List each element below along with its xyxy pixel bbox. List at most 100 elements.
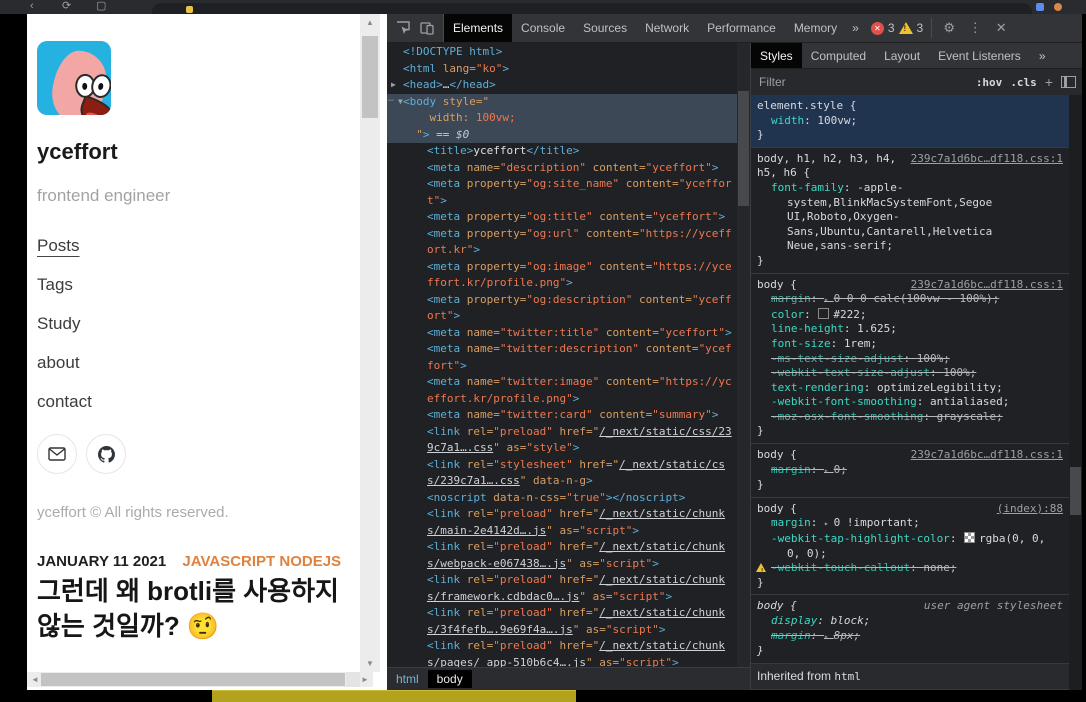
dom-node[interactable]: <title>yceffort</title> xyxy=(387,143,737,160)
dom-node[interactable]: <link rel="preload" href="/_next/static/… xyxy=(387,605,737,638)
stylesheet-source-link[interactable]: 239c7a1d6bc…df118.css:1 xyxy=(911,448,1063,463)
page-vertical-scrollbar[interactable]: ▲ ▼ xyxy=(360,14,380,672)
browser-tab[interactable] xyxy=(152,3,1032,14)
scroll-up-icon[interactable]: ▲ xyxy=(360,14,380,31)
crumb-html[interactable]: html xyxy=(387,670,428,688)
css-property[interactable]: line-height: 1.625; xyxy=(757,322,1063,337)
rule-selector[interactable]: body { xyxy=(757,448,797,461)
github-icon[interactable] xyxy=(86,434,126,474)
stylesheet-source-link[interactable]: 239c7a1d6bc…df118.css:1 xyxy=(911,278,1063,293)
dom-node[interactable]: <meta property="og:url" content="https:/… xyxy=(387,226,737,259)
tab-performance[interactable]: Performance xyxy=(698,14,785,42)
sidebar-more-tabs-icon[interactable]: » xyxy=(1030,43,1055,68)
css-property[interactable]: font-size: 1rem; xyxy=(757,337,1063,352)
new-style-rule-icon[interactable]: + xyxy=(1045,74,1053,90)
color-swatch[interactable] xyxy=(964,532,975,543)
css-property[interactable]: color: #222; xyxy=(757,308,1063,323)
sidebar-tab-styles[interactable]: Styles xyxy=(751,43,802,68)
css-property[interactable]: margin: ▸ 0 0 0 calc(100vw - 100%); xyxy=(757,292,1063,308)
css-property[interactable]: -webkit-tap-highlight-color: rgba(0, 0, … xyxy=(757,532,1063,561)
cls-toggle[interactable]: .cls xyxy=(1010,76,1037,89)
collapse-arrow-icon[interactable]: ▼ xyxy=(398,94,403,111)
hov-toggle[interactable]: :hov xyxy=(976,76,1003,89)
reload-icon[interactable]: ⟳ xyxy=(62,0,71,13)
rule-selector[interactable]: body { xyxy=(757,278,797,291)
elements-scroll-thumb[interactable] xyxy=(738,91,749,206)
css-property[interactable]: -webkit-font-smoothing: antialiased; xyxy=(757,395,1063,410)
shorthand-expand-icon[interactable]: ▸ xyxy=(824,466,834,475)
device-toolbar-icon[interactable] xyxy=(415,17,439,39)
sidebar-layout-icon[interactable] xyxy=(1061,76,1076,88)
styles-scroll-thumb[interactable] xyxy=(1070,467,1081,515)
horizontal-scroll-thumb[interactable] xyxy=(41,673,345,686)
dom-node[interactable]: <meta name="twitter:card" content="summa… xyxy=(387,407,737,424)
avatar[interactable] xyxy=(37,41,111,115)
dom-node[interactable]: <noscript data-n-css="true"></noscript> xyxy=(387,490,737,507)
css-property[interactable]: font-family: -apple-system,BlinkMacSyste… xyxy=(757,181,1063,254)
dom-node[interactable]: <link rel="preload" href="/_next/static/… xyxy=(387,638,737,668)
stylesheet-source-link[interactable]: 239c7a1d6bc…df118.css:1 xyxy=(911,152,1063,167)
css-property[interactable]: margin: ▸ 0 !important; xyxy=(757,516,1063,532)
inspect-element-icon[interactable] xyxy=(391,17,415,39)
stylesheet-source-link[interactable]: (index):88 xyxy=(997,502,1063,517)
dom-node[interactable]: <meta property="og:title" content="yceff… xyxy=(387,209,737,226)
rule-selector[interactable]: body, h1, h2, h3, h4, h5, h6 { xyxy=(757,152,896,180)
profile-avatar-icon[interactable] xyxy=(1054,3,1062,11)
shorthand-expand-icon[interactable]: ▸ xyxy=(824,295,834,304)
dom-node[interactable]: <link rel="preload" href="/_next/static/… xyxy=(387,539,737,572)
styles-scrollbar[interactable] xyxy=(1069,95,1082,690)
nav-item-posts[interactable]: Posts xyxy=(37,236,92,256)
tab-memory[interactable]: Memory xyxy=(785,14,846,42)
nav-item-about[interactable]: about xyxy=(37,353,92,373)
tab-console[interactable]: Console xyxy=(512,14,574,42)
dom-node[interactable]: <meta name="description" content="yceffo… xyxy=(387,160,737,177)
post-title[interactable]: 그런데 왜 brotli를 사용하지 않는 것일까? 🤨 xyxy=(37,574,367,644)
shorthand-expand-icon[interactable]: ▸ xyxy=(824,632,834,641)
dom-node[interactable]: <link rel="stylesheet" href="/_next/stat… xyxy=(387,457,737,490)
css-property[interactable]: margin: ▸ 8px; xyxy=(757,629,1063,645)
sidebar-tab-computed[interactable]: Computed xyxy=(802,43,875,68)
dom-node[interactable]: …▼<body style=" width: 100vw; "> == $0 xyxy=(387,94,737,144)
dom-node[interactable]: <meta name="twitter:image" content="http… xyxy=(387,374,737,407)
nav-item-study[interactable]: Study xyxy=(37,314,92,334)
tab-elements[interactable]: Elements xyxy=(444,14,512,42)
css-property[interactable]: -moz-osx-font-smoothing: grayscale; xyxy=(757,410,1063,425)
shorthand-expand-icon[interactable]: ▸ xyxy=(824,519,834,528)
nav-item-tags[interactable]: Tags xyxy=(37,275,92,295)
dom-node[interactable]: <meta property="og:description" content=… xyxy=(387,292,737,325)
more-tabs-icon[interactable]: » xyxy=(846,14,865,42)
dom-node[interactable]: <link rel="preload" href="/_next/static/… xyxy=(387,506,737,539)
css-property[interactable]: -ms-text-size-adjust: 100%; xyxy=(757,352,1063,367)
back-icon[interactable]: ‹ xyxy=(30,0,34,13)
extension-icon[interactable] xyxy=(1036,3,1044,11)
settings-gear-icon[interactable]: ⚙ xyxy=(936,20,962,36)
mail-icon[interactable] xyxy=(37,434,77,474)
rule-selector[interactable]: body { xyxy=(757,502,797,515)
inherited-target[interactable]: html xyxy=(834,670,861,683)
dom-node[interactable]: <meta property="og:site_name" content="y… xyxy=(387,176,737,209)
dom-node[interactable]: <meta name="twitter:description" content… xyxy=(387,341,737,374)
page-horizontal-scrollbar[interactable]: ◄ ► xyxy=(27,672,373,687)
css-property[interactable]: text-rendering: optimizeLegibility; xyxy=(757,381,1063,396)
elements-scrollbar[interactable] xyxy=(737,43,750,668)
post-tags[interactable]: JAVASCRIPT NODEJS xyxy=(182,553,341,570)
rule-selector[interactable]: element.style { xyxy=(757,99,856,112)
dom-node[interactable]: <link rel="preload" href="/_next/static/… xyxy=(387,424,737,457)
dom-node[interactable]: <meta property="og:image" content="https… xyxy=(387,259,737,292)
nav-item-contact[interactable]: contact xyxy=(37,392,92,412)
dom-node[interactable]: <link rel="preload" href="/_next/static/… xyxy=(387,572,737,605)
dom-node[interactable]: <html lang="ko"> xyxy=(387,61,737,78)
vertical-scroll-thumb[interactable] xyxy=(362,36,378,118)
kebab-menu-icon[interactable]: ⋮ xyxy=(962,20,988,36)
css-property[interactable]: width: 100vw; xyxy=(757,114,1063,129)
filter-input[interactable] xyxy=(757,74,968,90)
css-property[interactable]: -webkit-text-size-adjust: 100%; xyxy=(757,366,1063,381)
sidebar-tab-event-listeners[interactable]: Event Listeners xyxy=(929,43,1030,68)
sidebar-tab-layout[interactable]: Layout xyxy=(875,43,929,68)
color-swatch[interactable] xyxy=(818,308,829,319)
dom-node[interactable]: <meta name="twitter:title" content="ycef… xyxy=(387,325,737,342)
console-badges[interactable]: ✕ 3 ! 3 xyxy=(865,14,929,42)
rule-selector[interactable]: body { xyxy=(757,599,797,612)
close-icon[interactable]: ✕ xyxy=(988,20,1014,36)
css-property[interactable]: !-webkit-touch-callout: none; xyxy=(757,561,1063,576)
